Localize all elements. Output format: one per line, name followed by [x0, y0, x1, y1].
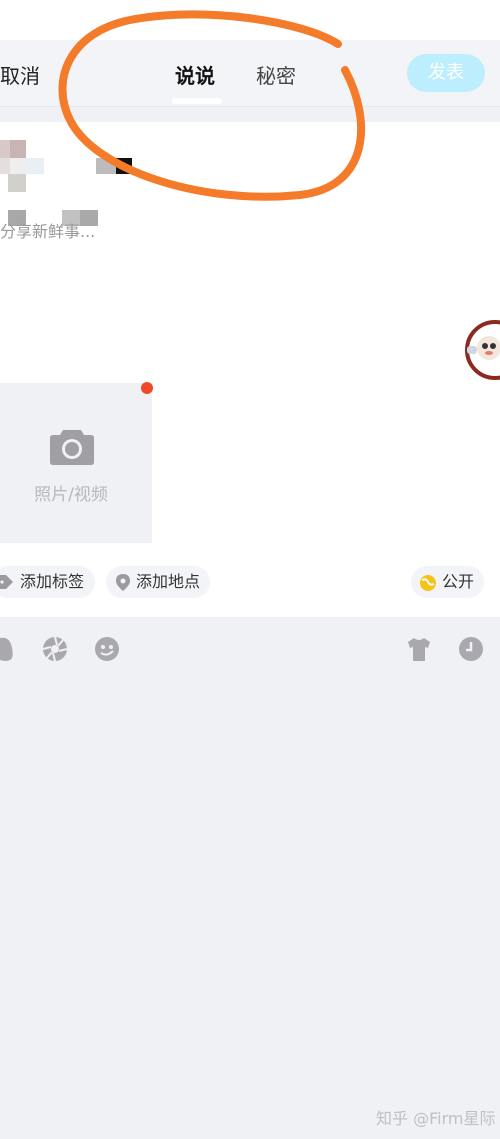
tab-shuoshuo[interactable]: 说说	[175, 60, 215, 89]
location-pin-icon	[116, 574, 130, 591]
sticker-face-icon[interactable]	[94, 636, 120, 662]
status-area	[0, 0, 500, 40]
cancel-button[interactable]: 取消	[0, 60, 40, 89]
tag-icon	[0, 575, 13, 589]
watermark: 知乎 @Firm星际	[376, 1109, 496, 1128]
composer-placeholder: 分享新鲜事...	[0, 222, 96, 241]
add-tag-label: 添加标签	[20, 572, 85, 591]
camera-icon	[50, 430, 94, 465]
globe-icon	[420, 575, 436, 591]
tab-secret[interactable]: 秘密	[256, 60, 296, 89]
clock-icon[interactable]	[458, 636, 484, 662]
mascot-sticker-icon[interactable]	[465, 320, 500, 384]
tshirt-icon[interactable]	[406, 636, 432, 662]
add-tag-button[interactable]: 添加标签	[0, 566, 95, 598]
shutter-icon[interactable]	[42, 636, 68, 662]
qq-icon[interactable]	[0, 636, 14, 662]
add-location-label: 添加地点	[136, 572, 201, 591]
add-location-button[interactable]: 添加地点	[106, 566, 210, 598]
visibility-button[interactable]: 公开	[411, 566, 484, 598]
new-badge-dot	[141, 382, 153, 394]
photo-video-label: 照片/视频	[34, 485, 108, 505]
visibility-label: 公开	[442, 572, 475, 591]
active-tab-indicator	[172, 98, 222, 104]
publish-button[interactable]: 发表	[407, 54, 485, 92]
